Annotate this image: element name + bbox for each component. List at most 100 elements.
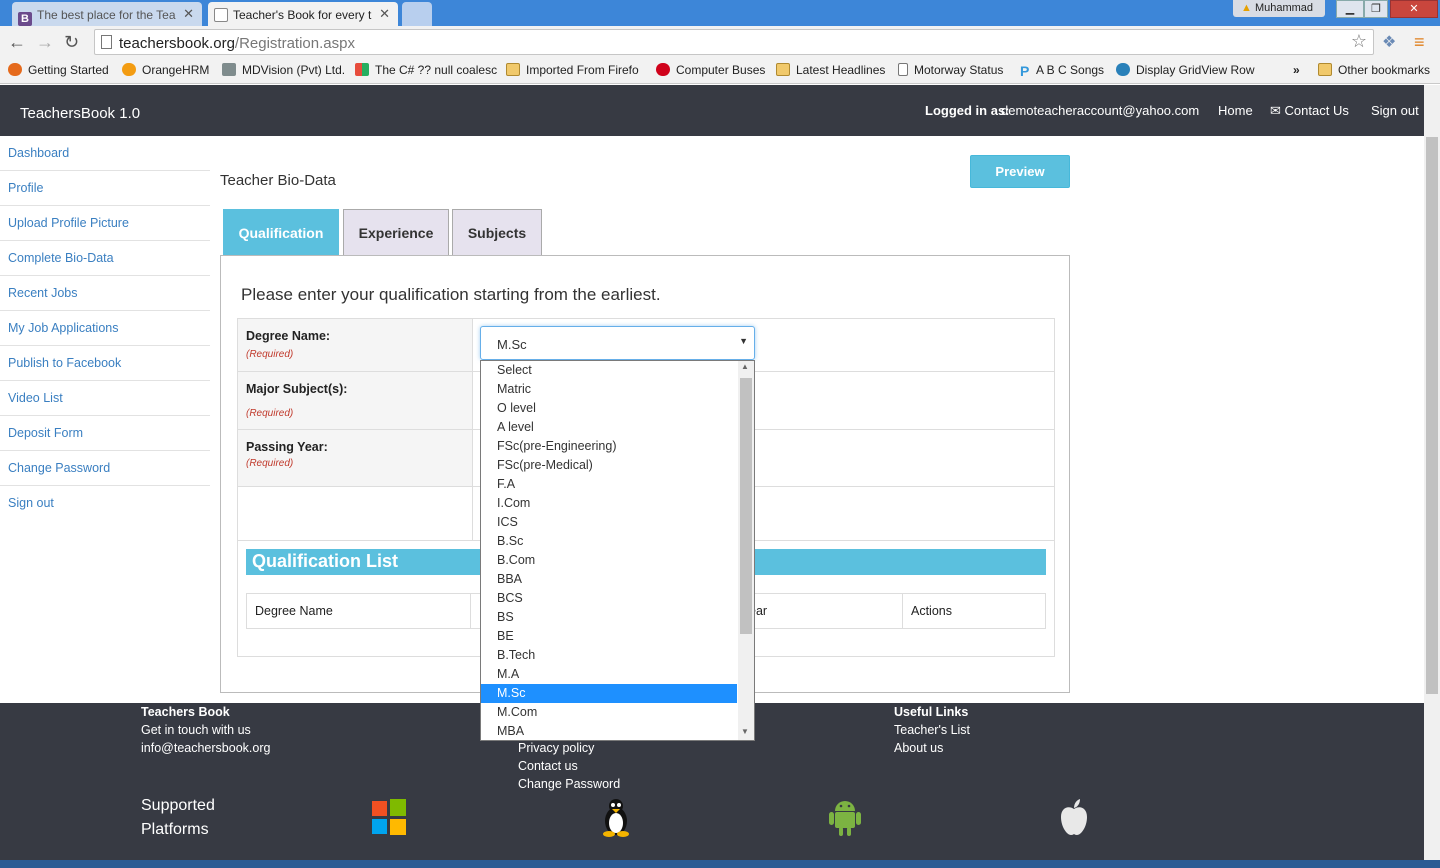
bookmark-item[interactable]: Computer Buses (656, 63, 765, 77)
option-item[interactable]: FSc(pre-Engineering) (481, 437, 737, 456)
option-item[interactable]: FSc(pre-Medical) (481, 456, 737, 475)
footer-link-change-password[interactable]: Change Password (518, 777, 620, 791)
sidebar-item-upload-picture[interactable]: Upload Profile Picture (0, 206, 210, 241)
option-item[interactable]: B.Tech (481, 646, 737, 665)
sidebar-item-video-list[interactable]: Video List (0, 381, 210, 416)
option-item[interactable]: BBA (481, 570, 737, 589)
bookmark-item[interactable]: OrangeHRM (122, 63, 209, 77)
footer-text: Get in touch with us (141, 723, 251, 737)
maximize-button[interactable]: ❐ (1364, 0, 1388, 18)
option-item[interactable]: Select (481, 361, 737, 380)
stackoverflow-icon (355, 63, 369, 76)
bookmark-label: MDVision (Pvt) Ltd. (242, 63, 346, 77)
dropdown-scrollbar[interactable]: ▲ ▼ (738, 361, 754, 740)
footer-link-teachers[interactable]: Teacher's List (894, 723, 970, 737)
scroll-up-icon[interactable]: ▲ (741, 362, 749, 371)
close-tab-icon[interactable]: ✕ (183, 6, 194, 22)
option-item[interactable]: ICS (481, 513, 737, 532)
option-item[interactable]: A level (481, 418, 737, 437)
bookmark-item[interactable]: Display GridView Row (1116, 63, 1254, 77)
sidebar-item-deposit-form[interactable]: Deposit Form (0, 416, 210, 451)
close-tab-icon[interactable]: ✕ (379, 6, 390, 22)
bookmark-label: A B C Songs (1036, 63, 1105, 77)
degree-label: Degree Name: (246, 329, 331, 343)
url-path: /Registration.aspx (234, 35, 355, 52)
option-item[interactable]: M.A (481, 665, 737, 684)
bookmark-item[interactable]: Latest Headlines (776, 63, 885, 77)
profile-badge[interactable]: ▲ Muhammad (1233, 0, 1325, 17)
supported-platforms-label: Supported (141, 797, 215, 814)
option-item[interactable]: B.Sc (481, 532, 737, 551)
sidebar-item-recent-jobs[interactable]: Recent Jobs (0, 276, 210, 311)
degree-options-list[interactable]: Select Matric O level A level FSc(pre-En… (480, 360, 755, 741)
close-window-button[interactable]: ✕ (1390, 0, 1438, 18)
sidebar: Dashboard Profile Upload Profile Picture… (0, 136, 210, 703)
sidebar-item-change-password[interactable]: Change Password (0, 451, 210, 486)
option-item[interactable]: O level (481, 399, 737, 418)
orange-icon (122, 63, 136, 76)
option-item-selected[interactable]: M.Sc (481, 684, 737, 703)
bookmarks-overflow-button[interactable]: » (1293, 63, 1300, 77)
forward-icon[interactable]: → (36, 32, 54, 53)
option-item[interactable]: BS (481, 608, 737, 627)
option-item[interactable]: M.Com (481, 703, 737, 722)
preview-button[interactable]: Preview (970, 155, 1070, 188)
tab-experience[interactable]: Experience (343, 209, 449, 256)
bookmark-item[interactable]: P A B C Songs (1020, 63, 1104, 78)
minimize-button[interactable]: ▁ (1336, 0, 1364, 18)
dropbox-icon[interactable]: ❖ (1382, 32, 1396, 52)
nav-home[interactable]: Home (1218, 103, 1253, 118)
sidebar-item-dashboard[interactable]: Dashboard (0, 136, 210, 171)
folder-icon (506, 63, 520, 76)
sidebar-item-profile[interactable]: Profile (0, 171, 210, 206)
bookmark-label: Display GridView Row (1136, 63, 1255, 77)
degree-select[interactable]: M.Sc ▼ (480, 326, 755, 360)
star-icon[interactable]: ☆ (1351, 31, 1367, 52)
question-icon (656, 63, 670, 76)
new-tab-button[interactable] (402, 2, 432, 26)
bookmark-item[interactable]: Imported From Firefo (506, 63, 639, 77)
site-navbar: TeachersBook 1.0 Logged in as: demoteach… (0, 85, 1424, 136)
footer-email-link[interactable]: info@teachersbook.org (141, 741, 270, 755)
footer-link-privacy[interactable]: Privacy policy (518, 741, 594, 755)
bookmark-item[interactable]: Motorway Status (898, 63, 1003, 77)
scrollbar-thumb[interactable] (740, 378, 752, 634)
bookmark-item[interactable]: MDVision (Pvt) Ltd. (222, 63, 345, 77)
nav-contact[interactable]: ✉ Contact Us (1270, 103, 1349, 119)
bookmark-item[interactable]: Getting Started (8, 63, 109, 77)
reload-icon[interactable]: ↻ (64, 32, 79, 53)
option-item[interactable]: I.Com (481, 494, 737, 513)
tab-qualification[interactable]: Qualification (223, 209, 339, 256)
footer-link-contact[interactable]: Contact us (518, 759, 578, 773)
back-icon[interactable]: ← (8, 32, 26, 53)
url-input[interactable]: teachersbook.org/Registration.aspx ☆ (94, 29, 1374, 55)
page-scrollbar[interactable] (1424, 85, 1440, 860)
scrollbar-thumb[interactable] (1426, 137, 1438, 694)
tab-subjects[interactable]: Subjects (452, 209, 542, 256)
sidebar-item-job-applications[interactable]: My Job Applications (0, 311, 210, 346)
footer-link-about[interactable]: About us (894, 741, 943, 755)
sidebar-item-signout[interactable]: Sign out (0, 486, 210, 521)
bookmark-label: OrangeHRM (142, 63, 210, 77)
scroll-down-icon[interactable]: ▼ (741, 727, 749, 736)
sidebar-item-publish-facebook[interactable]: Publish to Facebook (0, 346, 210, 381)
brand[interactable]: TeachersBook 1.0 (20, 105, 140, 122)
year-label: Passing Year: (246, 440, 328, 454)
sidebar-item-bio-data[interactable]: Complete Bio-Data (0, 241, 210, 276)
android-icon (829, 801, 861, 836)
option-item[interactable]: MBA (481, 722, 737, 740)
browser-tabstrip: B The best place for the Tea ✕ Teacher's … (0, 0, 1440, 26)
option-item[interactable]: B.Com (481, 551, 737, 570)
browser-tab-active[interactable]: Teacher's Book for every t ✕ (208, 2, 398, 26)
browser-tab[interactable]: B The best place for the Tea ✕ (12, 2, 202, 26)
required-note: (Required) (246, 408, 294, 419)
option-item[interactable]: BCS (481, 589, 737, 608)
bookmark-item[interactable]: The C# ?? null coalesc (355, 63, 497, 77)
option-item[interactable]: Matric (481, 380, 737, 399)
other-bookmarks[interactable]: Other bookmarks (1318, 63, 1430, 77)
nav-signout[interactable]: Sign out (1371, 103, 1419, 118)
option-item[interactable]: F.A (481, 475, 737, 494)
menu-icon[interactable]: ≡ (1414, 32, 1425, 53)
option-item[interactable]: BE (481, 627, 737, 646)
bookmark-label: Latest Headlines (796, 63, 886, 77)
